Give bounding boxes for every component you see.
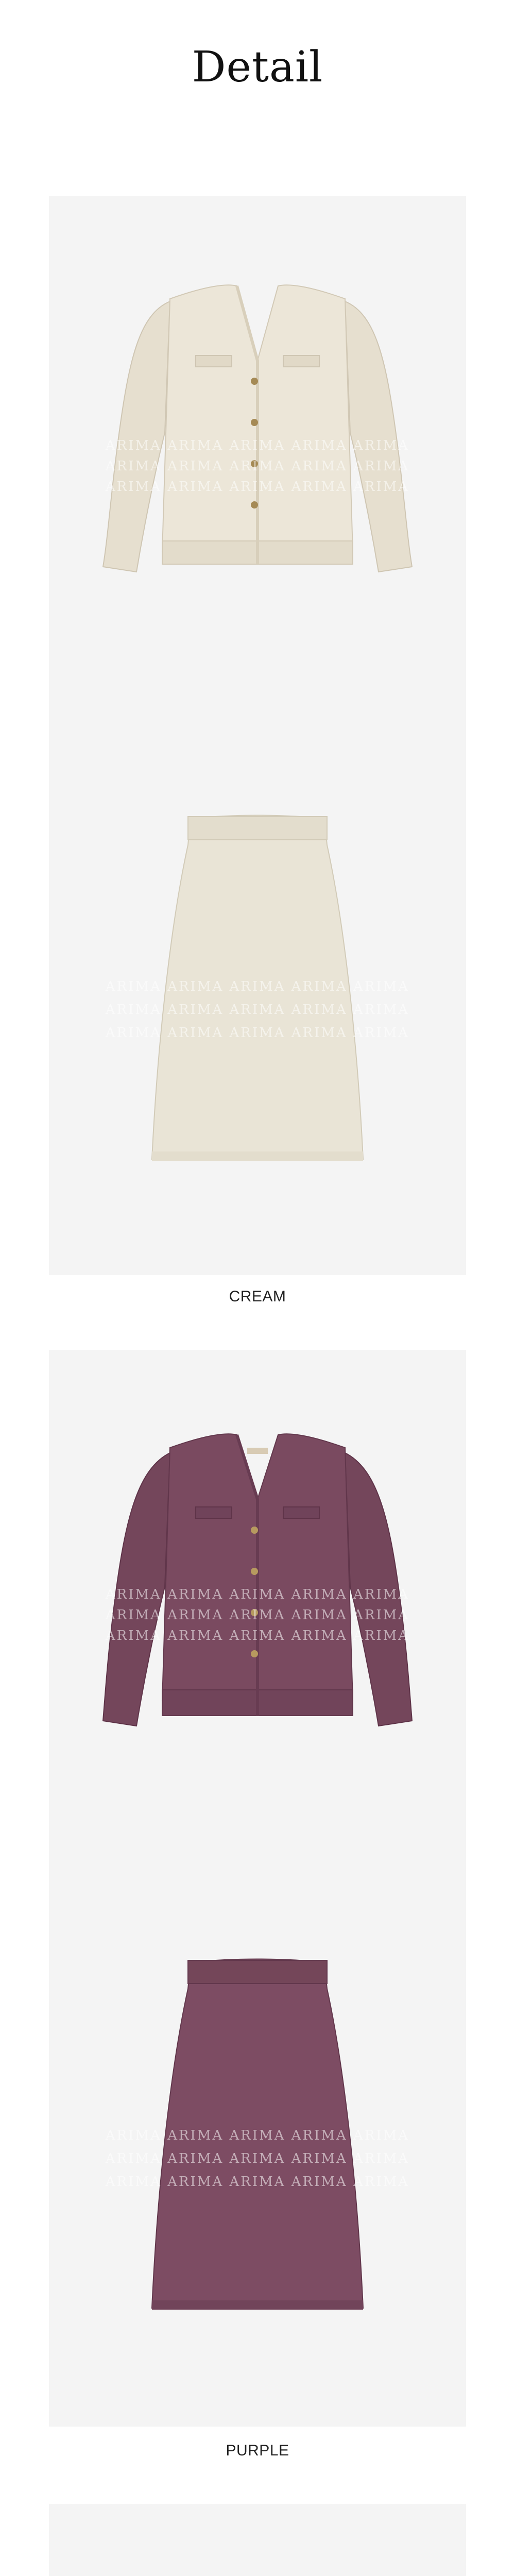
cardigan-illustration — [102, 1433, 413, 1727]
cream-cardigan-image: ARIMA ARIMA ARIMA ARIMA ARIMA ARIMA ARIM… — [49, 196, 466, 732]
skirt-illustration — [151, 1958, 364, 2310]
variant-caption-purple: PURPLE — [226, 2442, 289, 2459]
cardigan-illustration — [102, 284, 413, 573]
variant-caption-cream: CREAM — [229, 1288, 286, 1305]
purple-cardigan-image: ARIMA ARIMA ARIMA ARIMA ARIMA ARIMA ARIM… — [49, 1350, 466, 1886]
skirt-illustration — [151, 815, 364, 1161]
purple-skirt-image: ARIMA ARIMA ARIMA ARIMA ARIMA ARIMA ARIM… — [49, 1886, 466, 2427]
cream-skirt-image: ARIMA ARIMA ARIMA ARIMA ARIMA ARIMA ARIM… — [49, 732, 466, 1275]
next-product-image — [49, 2504, 466, 2576]
page-title: Detail — [192, 43, 323, 92]
